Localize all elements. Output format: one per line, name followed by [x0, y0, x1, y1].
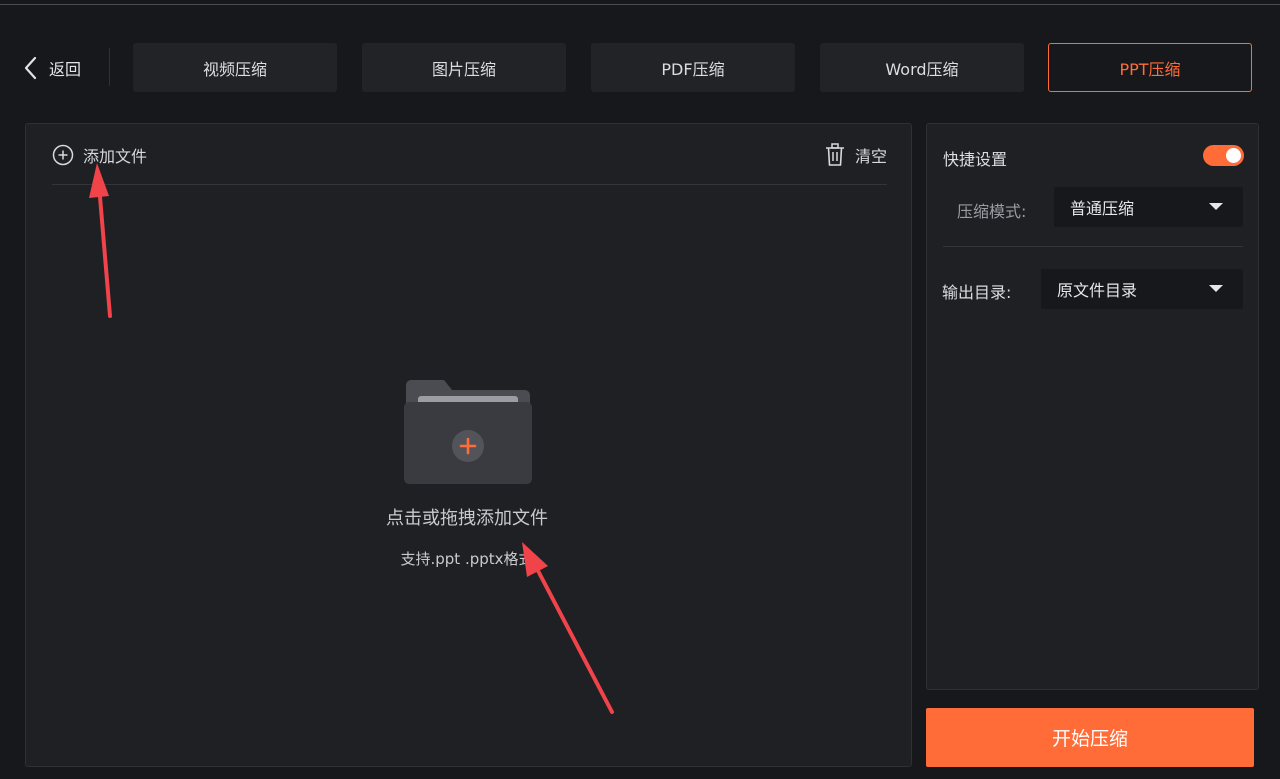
output-dir-value: 原文件目录 [1057, 281, 1138, 300]
folder-plus-icon [404, 380, 532, 484]
back-button[interactable]: 返回 [22, 54, 81, 82]
settings-divider [943, 246, 1243, 247]
add-file-button[interactable]: 添加文件 [52, 144, 147, 166]
drop-hint: 点击或拖拽添加文件 [386, 508, 548, 529]
nav-separator [109, 48, 110, 86]
panel-divider [52, 184, 887, 185]
trash-icon [825, 143, 844, 166]
tab-ppt-compress[interactable]: PPT压缩 [1048, 43, 1252, 92]
tab-image-compress[interactable]: 图片压缩 [362, 43, 566, 92]
settings-panel: 快捷设置 压缩模式: 普通压缩 输出目录: 原文件目录 [926, 123, 1259, 690]
clear-label: 清空 [854, 147, 887, 166]
chevron-left-icon [24, 56, 37, 80]
window-top-border [0, 0, 1280, 5]
caret-down-icon [1209, 203, 1223, 210]
caret-down-icon [1209, 285, 1223, 292]
tab-video-compress[interactable]: 视频压缩 [133, 43, 337, 92]
back-label: 返回 [49, 60, 82, 79]
start-compress-button[interactable]: 开始压缩 [926, 708, 1254, 767]
compress-mode-value: 普通压缩 [1070, 199, 1135, 218]
tab-pdf-compress[interactable]: PDF压缩 [591, 43, 795, 92]
tab-word-compress[interactable]: Word压缩 [820, 43, 1024, 92]
quick-settings-label: 快捷设置 [943, 150, 1008, 169]
clear-button[interactable]: 清空 [824, 142, 887, 168]
format-hint: 支持.ppt .pptx格式 [400, 550, 534, 568]
file-list-panel: 添加文件 清空 点击或拖拽添加文件 支持.ppt .pptx格式 [25, 123, 912, 767]
quick-settings-toggle[interactable] [1203, 145, 1244, 166]
compress-mode-label: 压缩模式: [957, 202, 1027, 221]
output-dir-select[interactable]: 原文件目录 [1041, 269, 1243, 309]
plus-circle-icon [52, 144, 74, 166]
add-file-label: 添加文件 [83, 147, 148, 166]
toggle-knob [1226, 148, 1241, 163]
compress-mode-select[interactable]: 普通压缩 [1054, 187, 1243, 227]
output-dir-label: 输出目录: [942, 283, 1012, 302]
drop-zone[interactable]: 点击或拖拽添加文件 支持.ppt .pptx格式 [362, 374, 572, 574]
